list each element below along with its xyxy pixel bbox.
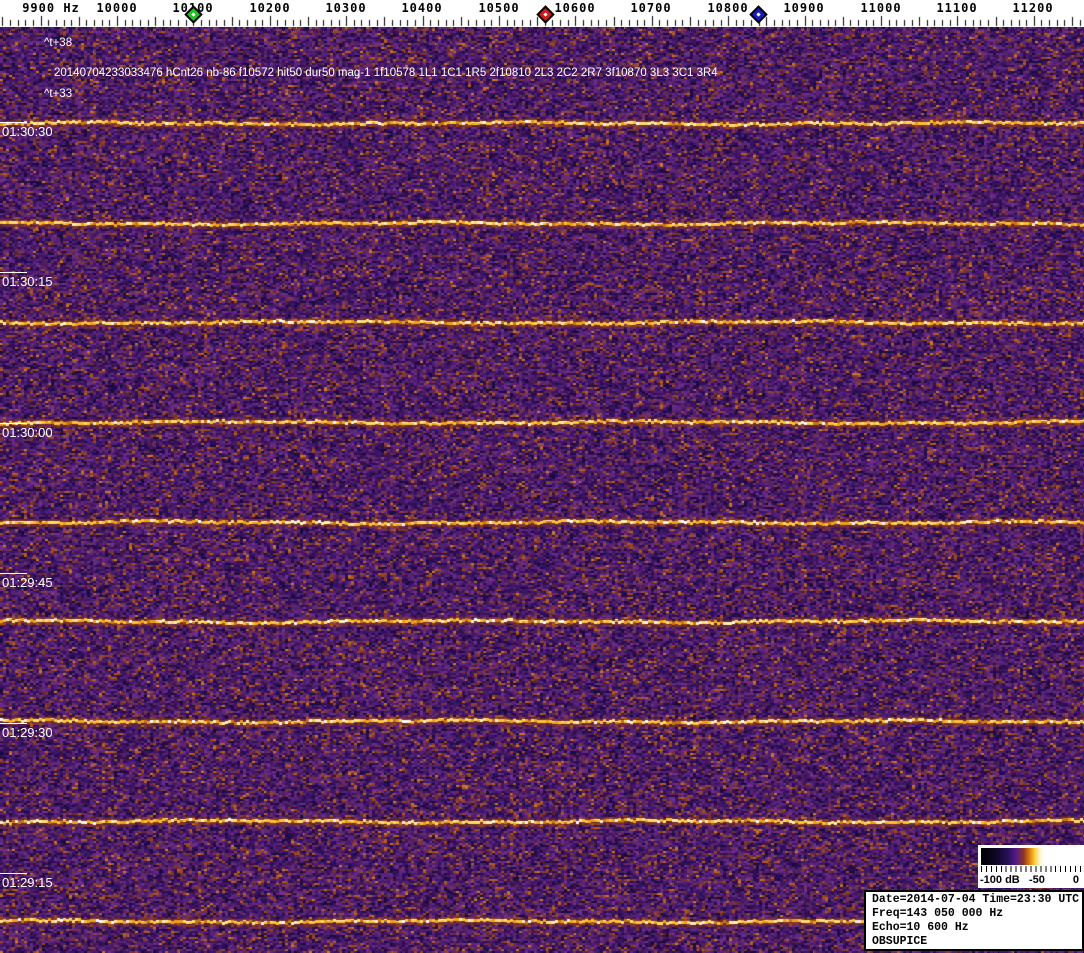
time-tick bbox=[0, 423, 27, 424]
freq-tick-label: 10400 bbox=[401, 1, 443, 15]
time-tick-label: 01:29:30 bbox=[2, 725, 53, 740]
freq-tick-label: 10700 bbox=[630, 1, 672, 15]
time-tick-label: 01:29:45 bbox=[2, 575, 53, 590]
time-tick bbox=[0, 272, 27, 273]
time-tick-label: 01:29:15 bbox=[2, 875, 53, 890]
colorbar-label-max: 0 bbox=[1072, 874, 1079, 886]
freq-tick-label: 11000 bbox=[860, 1, 902, 15]
time-tick-label: 01:30:30 bbox=[2, 124, 53, 139]
colorbar-gradient bbox=[981, 848, 1080, 865]
time-tick bbox=[0, 573, 27, 574]
marker-center-dot bbox=[756, 12, 761, 17]
freq-tick-label: 11200 bbox=[1012, 1, 1054, 15]
freq-tick-label: 10600 bbox=[554, 1, 596, 15]
info-box: Date=2014-07-04 Time=23:30 UTC Freq=143 … bbox=[864, 890, 1084, 951]
freq-tick-label: 10000 bbox=[96, 1, 138, 15]
time-tick bbox=[0, 873, 27, 874]
time-tick-label: 01:30:15 bbox=[2, 274, 53, 289]
colorbar-label-min: -100 dB bbox=[980, 874, 1020, 886]
frequency-ruler: 9900 Hz100001010010200103001040010500106… bbox=[0, 0, 1084, 27]
time-tick bbox=[0, 723, 27, 724]
spectrogram-canvas bbox=[0, 27, 1084, 953]
time-tick bbox=[0, 122, 27, 123]
annotation-event: 20140704233033476 hCnt26 nb-86 f10572 hi… bbox=[54, 67, 718, 79]
info-line-date: Date=2014-07-04 Time=23:30 UTC bbox=[872, 893, 1080, 906]
annotation-t33: ^t+33 bbox=[44, 88, 73, 100]
info-line-echo: Echo=10 600 Hz bbox=[872, 921, 969, 934]
info-line-station: OBSUPICE bbox=[872, 935, 928, 948]
freq-tick-label: 9900 Hz bbox=[22, 1, 80, 15]
freq-tick-label: 10900 bbox=[783, 1, 825, 15]
freq-tick-label: 11100 bbox=[936, 1, 978, 15]
marker-center-dot bbox=[543, 12, 548, 17]
freq-tick-label: 10800 bbox=[707, 1, 749, 15]
colorbar-legend: -100 dB -50 0 bbox=[978, 845, 1084, 888]
freq-tick-label: 10300 bbox=[325, 1, 367, 15]
annotation-t38: ^t+38 bbox=[44, 37, 73, 49]
time-tick-label: 01:30:00 bbox=[2, 425, 53, 440]
info-line-freq: Freq=143 050 000 Hz bbox=[872, 907, 1004, 920]
freq-tick-label: 10200 bbox=[249, 1, 291, 15]
freq-tick-label: 10500 bbox=[478, 1, 520, 15]
colorbar-ticks bbox=[981, 866, 1081, 872]
colorbar-label-mid: -50 bbox=[1029, 874, 1045, 886]
spectrogram-window: 9900 Hz100001010010200103001040010500106… bbox=[0, 0, 1084, 953]
marker-center-dot bbox=[191, 12, 196, 17]
